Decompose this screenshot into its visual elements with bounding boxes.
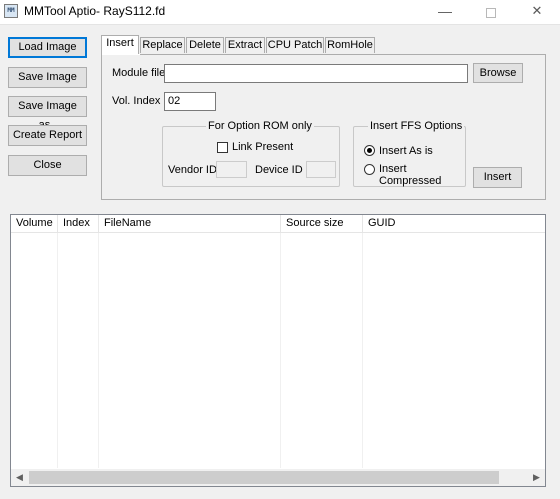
close-window-button[interactable]: ✕ xyxy=(514,0,560,24)
window-title: MMTool Aptio- RayS112.fd xyxy=(24,4,166,18)
tab-replace[interactable]: Replace xyxy=(140,37,185,53)
load-image-label: Load Image xyxy=(18,41,77,53)
close-label: Close xyxy=(33,159,62,171)
tab-extract[interactable]: Extract xyxy=(225,37,265,53)
load-image-button[interactable]: Load Image xyxy=(8,37,87,58)
vendor-id-input[interactable] xyxy=(216,161,247,178)
module-file-input[interactable] xyxy=(164,64,468,83)
create-report-button[interactable]: Create Report xyxy=(8,125,87,146)
title-bar: MM MMTool Aptio- RayS112.fd — ✕ xyxy=(0,0,560,25)
maximize-button[interactable] xyxy=(468,0,514,24)
insert-button[interactable]: Insert xyxy=(473,167,522,188)
vendor-id-label: Vendor ID xyxy=(168,164,217,176)
list-header: Volume Index FileName Source size GUID xyxy=(11,215,545,233)
tab-insert[interactable]: Insert xyxy=(101,35,139,55)
link-present-checkbox[interactable] xyxy=(217,142,228,153)
device-id-label: Device ID xyxy=(255,164,303,176)
column-volume[interactable]: Volume xyxy=(11,215,58,232)
horizontal-scrollbar[interactable]: ◀ ▶ xyxy=(11,469,545,486)
scroll-right-icon[interactable]: ▶ xyxy=(528,469,545,486)
vol-index-label: Vol. Index xyxy=(112,95,161,107)
column-filename[interactable]: FileName xyxy=(99,215,281,232)
minimize-button[interactable]: — xyxy=(422,0,468,24)
grid-line xyxy=(98,233,99,468)
scroll-thumb[interactable] xyxy=(29,471,499,484)
column-source-size[interactable]: Source size xyxy=(281,215,363,232)
grid-line xyxy=(280,233,281,468)
save-image-as-button[interactable]: Save Image as.. xyxy=(8,96,87,131)
option-rom-group-title: For Option ROM only xyxy=(206,120,314,132)
create-report-label: Create Report xyxy=(12,129,83,141)
maximize-icon xyxy=(486,8,496,18)
grid-line xyxy=(57,233,58,468)
module-file-label: Module file xyxy=(112,67,166,79)
grid-line xyxy=(362,233,363,468)
save-image-label: Save Image xyxy=(18,71,77,83)
close-button[interactable]: Close xyxy=(8,155,87,176)
insert-compressed-radio[interactable] xyxy=(364,164,375,175)
insert-compressed-label: Insert Compressed xyxy=(379,163,442,187)
browse-button[interactable]: Browse xyxy=(473,63,523,83)
insert-as-is-label: Insert As is xyxy=(379,145,433,157)
insert-tab-panel: Module file Browse Vol. Index 02 For Opt… xyxy=(101,54,546,200)
ffs-options-group-title: Insert FFS Options xyxy=(368,120,465,132)
vol-index-input[interactable]: 02 xyxy=(164,92,216,111)
column-index[interactable]: Index xyxy=(58,215,99,232)
tab-romhole[interactable]: RomHole xyxy=(325,37,375,53)
app-icon: MM xyxy=(4,4,18,18)
tab-cpu-patch[interactable]: CPU Patch xyxy=(266,37,324,53)
save-image-button[interactable]: Save Image xyxy=(8,67,87,88)
scroll-left-icon[interactable]: ◀ xyxy=(11,469,28,486)
module-list[interactable]: Volume Index FileName Source size GUID ◀… xyxy=(10,214,546,487)
insert-label: Insert xyxy=(483,171,512,183)
active-tab-joint xyxy=(102,54,140,55)
tab-delete[interactable]: Delete xyxy=(186,37,224,53)
column-guid[interactable]: GUID xyxy=(363,215,545,232)
browse-label: Browse xyxy=(479,67,517,79)
device-id-input[interactable] xyxy=(306,161,336,178)
link-present-label: Link Present xyxy=(232,141,294,153)
insert-as-is-radio[interactable] xyxy=(364,145,375,156)
option-rom-group: For Option ROM only Link Present Vendor … xyxy=(162,120,340,187)
ffs-options-group: Insert FFS Options Insert As is Insert C… xyxy=(353,120,466,187)
